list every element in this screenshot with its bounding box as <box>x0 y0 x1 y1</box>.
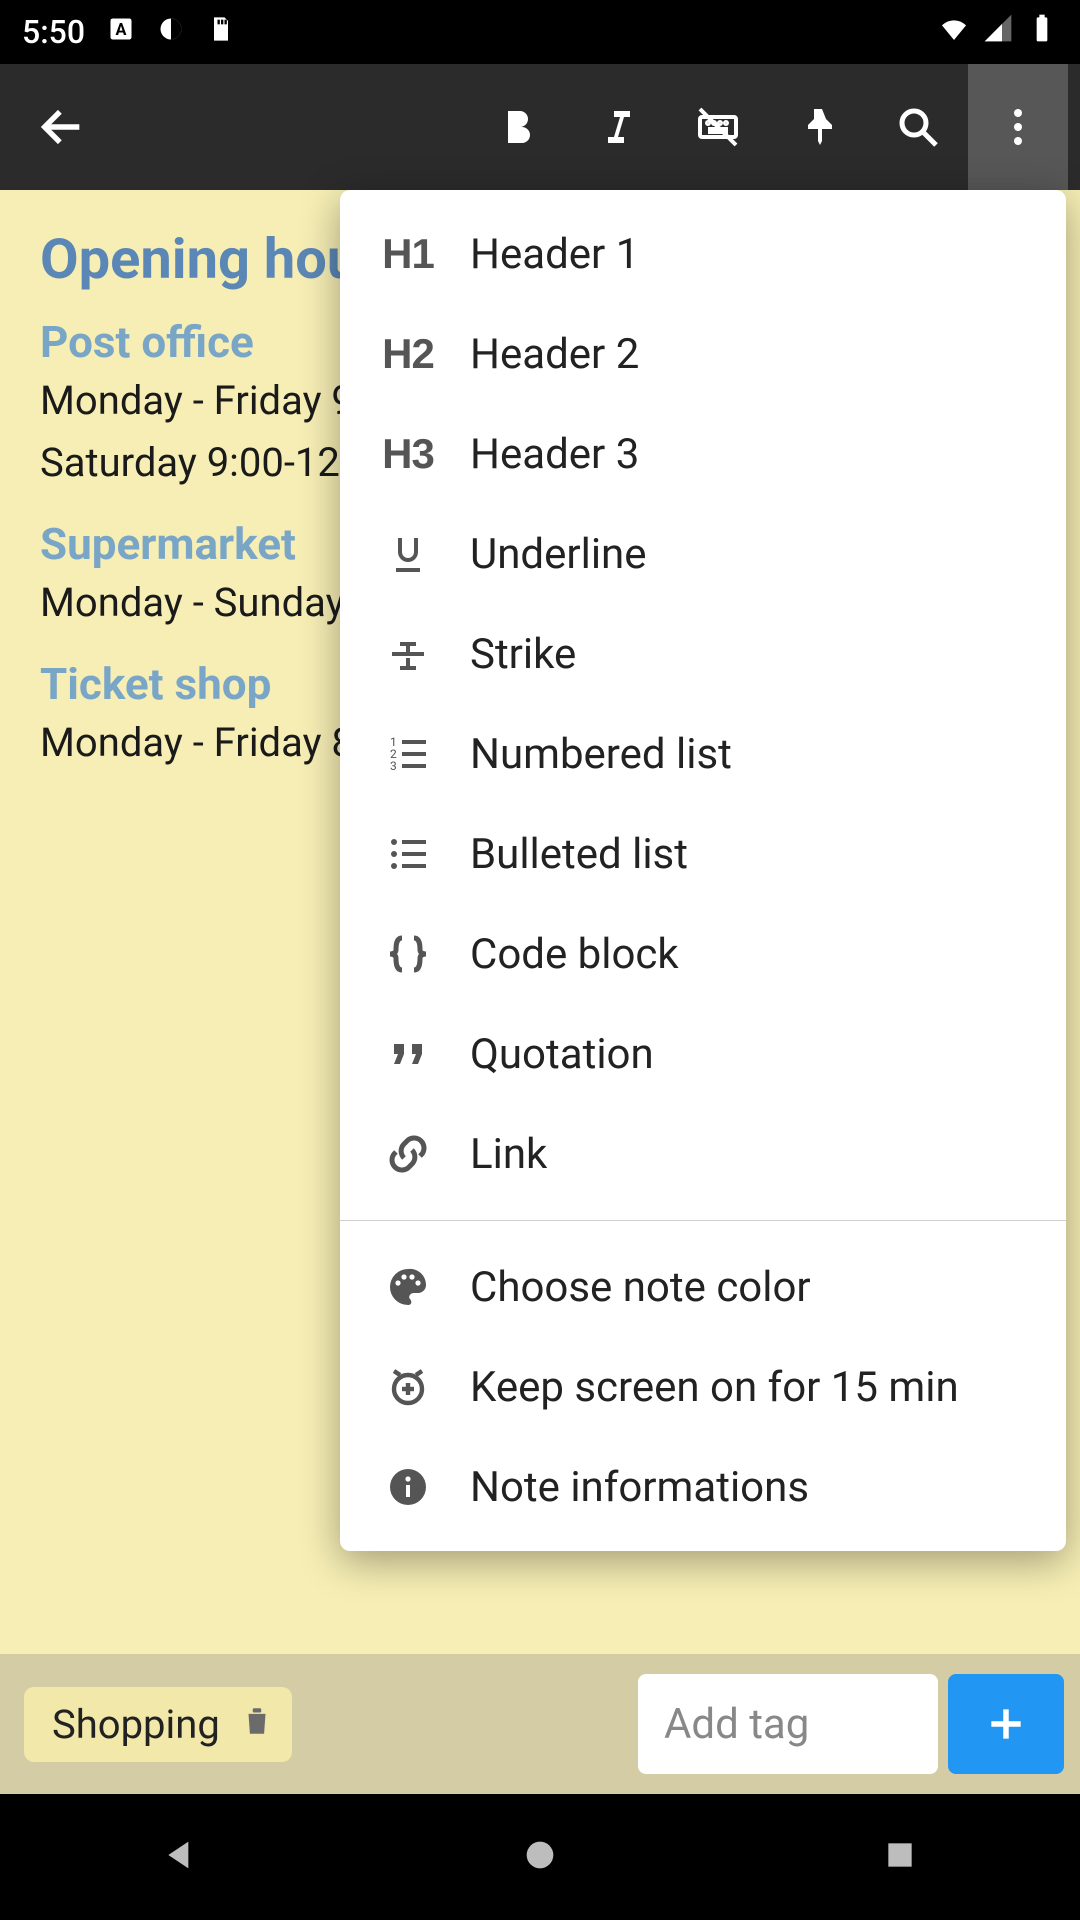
menu-link[interactable]: Link <box>340 1104 1066 1204</box>
menu-item-label: Bulleted list <box>470 830 688 879</box>
nav-back-icon[interactable] <box>160 1835 200 1879</box>
menu-choose-color[interactable]: Choose note color <box>340 1237 1066 1337</box>
sd-card-icon <box>207 13 235 51</box>
battery-icon <box>1026 12 1058 52</box>
menu-bulleted-list[interactable]: Bulleted list <box>340 804 1066 904</box>
language-icon: A <box>107 13 135 51</box>
numbered-list-icon: 123 <box>380 726 436 782</box>
menu-item-label: Strike <box>470 630 576 679</box>
search-button[interactable] <box>868 64 968 190</box>
wifi-icon <box>938 12 970 52</box>
italic-button[interactable] <box>568 64 668 190</box>
tag-chip[interactable]: Shopping <box>24 1687 292 1762</box>
add-tag-button[interactable] <box>948 1674 1064 1774</box>
menu-item-label: Underline <box>470 530 647 579</box>
back-button[interactable] <box>12 64 112 190</box>
format-menu: H1 Header 1 H2 Header 2 H3 Header 3 Unde… <box>340 190 1066 1551</box>
delete-tag-icon[interactable] <box>240 1701 274 1748</box>
nav-home-icon[interactable] <box>520 1835 560 1879</box>
palette-icon <box>380 1259 436 1315</box>
tag-bar: Shopping Add tag <box>0 1654 1080 1794</box>
strike-icon <box>380 626 436 682</box>
code-block-icon <box>380 926 436 982</box>
link-icon <box>380 1126 436 1182</box>
h3-icon: H3 <box>380 426 436 482</box>
menu-item-label: Numbered list <box>470 730 732 779</box>
alarm-add-icon <box>380 1359 436 1415</box>
svg-text:3: 3 <box>390 759 397 773</box>
menu-item-label: Keep screen on for 15 min <box>470 1363 959 1412</box>
menu-item-label: Header 2 <box>470 330 639 379</box>
nav-recent-icon[interactable] <box>880 1835 920 1879</box>
menu-underline[interactable]: Underline <box>340 504 1066 604</box>
menu-code-block[interactable]: Code block <box>340 904 1066 1004</box>
bold-button[interactable] <box>468 64 568 190</box>
menu-quotation[interactable]: Quotation <box>340 1004 1066 1104</box>
status-time: 5:50 <box>22 13 85 51</box>
tag-chip-label: Shopping <box>52 1701 220 1748</box>
system-nav-bar <box>0 1794 1080 1920</box>
menu-item-label: Quotation <box>470 1030 654 1079</box>
add-tag-placeholder: Add tag <box>664 1700 809 1749</box>
underline-icon <box>380 526 436 582</box>
menu-item-label: Code block <box>470 930 679 979</box>
menu-divider <box>340 1220 1066 1221</box>
menu-item-label: Link <box>470 1130 547 1179</box>
quotation-icon <box>380 1026 436 1082</box>
bulleted-list-icon <box>380 826 436 882</box>
editor-toolbar <box>0 64 1080 190</box>
menu-numbered-list[interactable]: 123 Numbered list <box>340 704 1066 804</box>
status-bar: 5:50 A <box>0 0 1080 64</box>
contrast-icon <box>157 13 185 51</box>
menu-item-label: Note informations <box>470 1463 809 1512</box>
h1-icon: H1 <box>380 226 436 282</box>
more-button[interactable] <box>968 64 1068 190</box>
info-icon <box>380 1459 436 1515</box>
menu-header-2[interactable]: H2 Header 2 <box>340 304 1066 404</box>
h2-icon: H2 <box>380 326 436 382</box>
menu-note-info[interactable]: Note informations <box>340 1437 1066 1537</box>
menu-item-label: Choose note color <box>470 1263 811 1312</box>
menu-header-3[interactable]: H3 Header 3 <box>340 404 1066 504</box>
signal-icon <box>982 12 1014 52</box>
keyboard-off-button[interactable] <box>668 64 768 190</box>
menu-header-1[interactable]: H1 Header 1 <box>340 204 1066 304</box>
menu-item-label: Header 1 <box>470 230 639 279</box>
pin-button[interactable] <box>768 64 868 190</box>
menu-keep-screen-on[interactable]: Keep screen on for 15 min <box>340 1337 1066 1437</box>
menu-strike[interactable]: Strike <box>340 604 1066 704</box>
menu-item-label: Header 3 <box>470 430 639 479</box>
svg-text:A: A <box>116 20 127 39</box>
add-tag-input[interactable]: Add tag <box>638 1674 938 1774</box>
